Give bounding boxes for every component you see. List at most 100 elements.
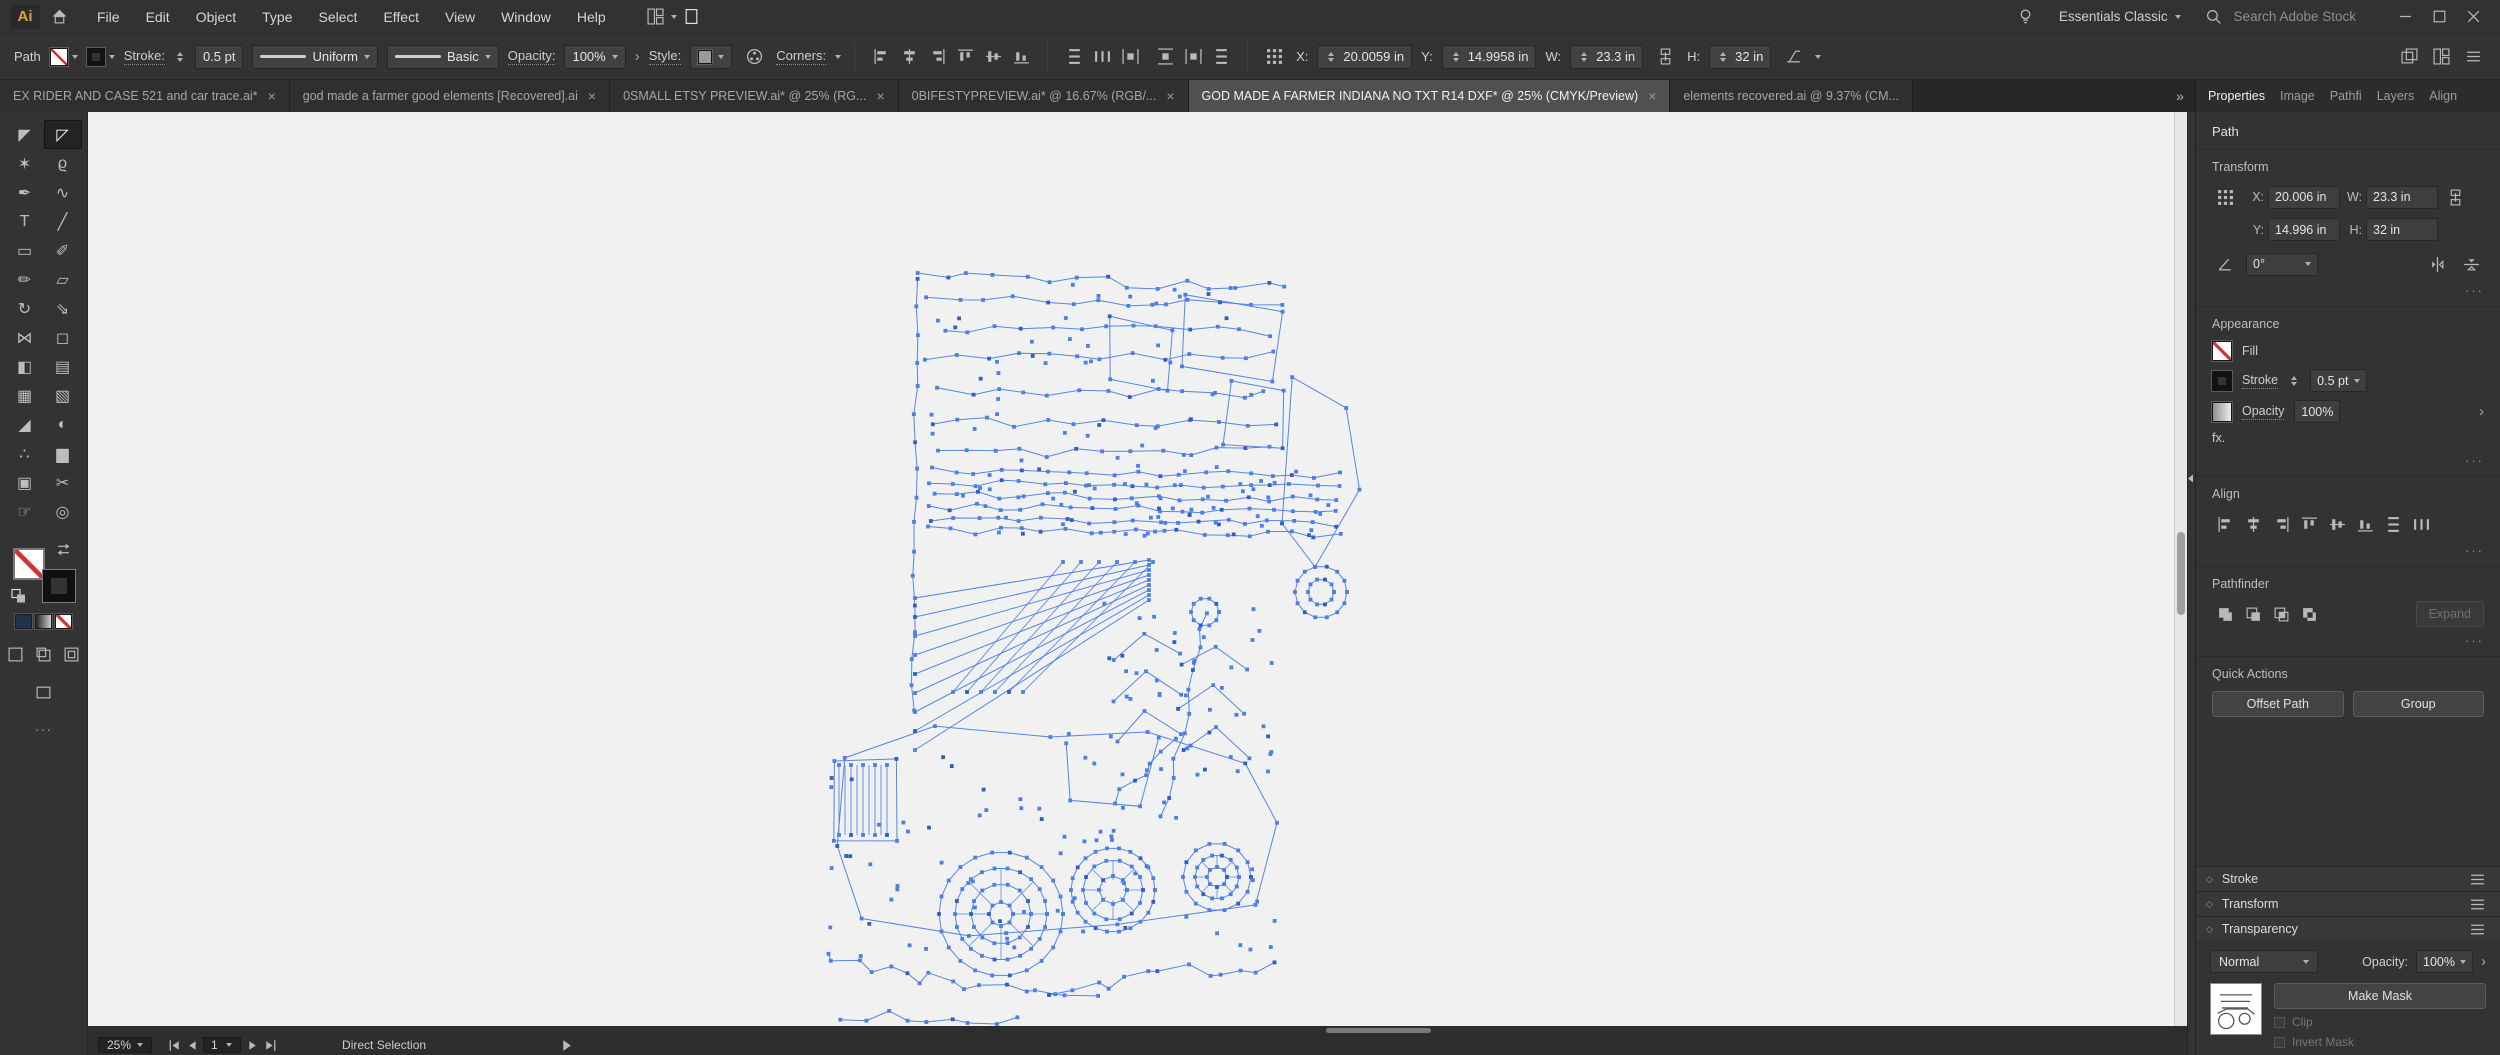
align-vmiddle-icon[interactable] — [980, 44, 1006, 70]
draw-behind-icon[interactable] — [31, 641, 57, 667]
panel-dock-spine[interactable] — [2187, 112, 2195, 1055]
next-artboard-icon[interactable] — [242, 1037, 260, 1053]
transform-w-field[interactable]: 23.3 in — [2366, 185, 2438, 209]
fill-chevron-icon[interactable] — [71, 54, 78, 59]
dist-vert-icon[interactable] — [2380, 511, 2406, 537]
intersect-icon[interactable] — [2268, 601, 2294, 627]
direct-selection-tool[interactable]: ◸ — [43, 120, 82, 149]
menu-effect[interactable]: Effect — [370, 9, 432, 25]
free-transform-tool[interactable]: ◻ — [44, 323, 82, 352]
close-tab-icon[interactable]: × — [1648, 89, 1656, 103]
align-left-icon[interactable] — [2212, 511, 2238, 537]
magic-wand-tool[interactable]: ✶ — [6, 149, 44, 178]
gradient-button[interactable] — [34, 613, 53, 630]
clip-checkbox[interactable] — [2274, 1016, 2285, 1028]
menu-file[interactable]: File — [84, 9, 133, 25]
panel-tab-align[interactable]: Align — [2429, 89, 2457, 103]
transform-more-chevron-icon[interactable] — [1815, 54, 1822, 59]
align-top-icon[interactable] — [2296, 511, 2322, 537]
document-tab-6[interactable]: elements recovered.ai @ 9.37% (CM... — [1670, 80, 1913, 112]
rotate-tool[interactable]: ↻ — [6, 294, 44, 323]
last-artboard-icon[interactable] — [261, 1037, 279, 1053]
appearance-stroke-link[interactable]: Stroke — [2242, 373, 2279, 389]
unite-icon[interactable] — [2212, 601, 2238, 627]
invert-mask-checkbox[interactable] — [2274, 1036, 2285, 1048]
curvature-tool[interactable]: ∿ — [44, 178, 82, 207]
brush-dropdown[interactable]: Basic — [386, 44, 499, 69]
fill-swatch-control[interactable] — [48, 46, 78, 67]
x-field[interactable]: 20.0059 in — [1317, 44, 1413, 69]
none-button[interactable] — [54, 613, 73, 630]
document-tab-5[interactable]: GOD MADE A FARMER INDIANA NO TXT R14 DXF… — [1188, 80, 1671, 112]
close-tab-icon[interactable]: × — [268, 89, 276, 103]
opacity-link[interactable]: Opacity: — [507, 48, 556, 65]
stroke-weight-link[interactable]: Stroke: — [123, 48, 165, 65]
panel-tab-image[interactable]: Image — [2280, 89, 2315, 103]
artwork-svg[interactable] — [813, 262, 1363, 1026]
grid-arrange-icon[interactable] — [2428, 44, 2454, 70]
arrange-documents-chevron-icon[interactable] — [670, 14, 677, 19]
appearance-more-options[interactable]: ··· — [2212, 453, 2484, 468]
zoom-tool[interactable]: ◎ — [44, 497, 82, 526]
type-tool[interactable]: T — [6, 207, 44, 236]
swap-fill-stroke-icon[interactable] — [55, 542, 73, 556]
dist-space-h-icon[interactable] — [1180, 44, 1206, 70]
transform-panel-header[interactable]: ◇ Transform — [2196, 891, 2500, 916]
gradient-tool[interactable]: ▧ — [44, 381, 82, 410]
stroke-swatch[interactable] — [41, 569, 76, 603]
align-bottom-icon[interactable] — [1008, 44, 1034, 70]
rotate-angle-dropdown[interactable]: 0° — [2246, 252, 2318, 276]
panel-collapse-icon[interactable] — [2183, 470, 2199, 486]
paintbrush-tool[interactable]: ✐ — [44, 236, 82, 265]
document-tab-1[interactable]: EX RIDER AND CASE 521 and car trace.ai* × — [0, 80, 290, 112]
first-artboard-icon[interactable] — [165, 1037, 183, 1053]
horizontal-scrollbar-thumb[interactable] — [1326, 1028, 1432, 1033]
group-button[interactable]: Group — [2352, 691, 2484, 717]
zoom-field[interactable]: 25% — [98, 1037, 153, 1053]
mesh-tool[interactable]: ▦ — [6, 381, 44, 410]
offset-path-button[interactable]: Offset Path — [2212, 691, 2344, 717]
align-right-icon[interactable] — [2268, 511, 2294, 537]
transform-more-options[interactable]: ··· — [2212, 283, 2484, 298]
align-hcenter-icon[interactable] — [896, 44, 922, 70]
align-top-icon[interactable] — [952, 44, 978, 70]
flip-horizontal-icon[interactable] — [2424, 251, 2450, 277]
draw-inside-icon[interactable] — [59, 641, 85, 667]
eraser-tool[interactable]: ▱ — [44, 265, 82, 294]
appearance-fill-swatch[interactable] — [2211, 340, 2233, 362]
selection-tool[interactable]: ◤ — [6, 120, 44, 149]
stroke-color-swatch[interactable] — [85, 46, 106, 67]
symbol-sprayer-tool[interactable]: ∴ — [6, 439, 44, 468]
menu-edit[interactable]: Edit — [133, 9, 183, 25]
menu-type[interactable]: Type — [249, 9, 305, 25]
w-field[interactable]: 23.3 in — [1570, 44, 1644, 69]
artboard-tool[interactable]: ▣ — [6, 468, 44, 497]
recolor-artwork-icon[interactable] — [741, 44, 767, 70]
stroke-weight-stepper-panel[interactable] — [2291, 375, 2298, 386]
dist-horiz-icon[interactable] — [2408, 511, 2434, 537]
menu-view[interactable]: View — [432, 9, 488, 25]
hand-tool[interactable]: ☞ — [6, 497, 44, 526]
stock-search[interactable]: Search Adobe Stock — [2201, 4, 2356, 30]
align-right-icon[interactable] — [924, 44, 950, 70]
close-tab-icon[interactable]: × — [1166, 89, 1174, 103]
y-field[interactable]: 14.9958 in — [1441, 44, 1537, 69]
arrange-documents-icon[interactable] — [643, 4, 669, 30]
fx-button[interactable]: fx. — [2212, 431, 2225, 445]
transform-h-field[interactable]: 32 in — [2366, 218, 2438, 241]
fill-swatch[interactable] — [12, 548, 45, 580]
transparency-options-chevron-icon[interactable]: › — [2481, 953, 2486, 970]
dist-vert-icon[interactable] — [1061, 44, 1087, 70]
make-mask-button[interactable]: Make Mask — [2274, 983, 2486, 1009]
draw-normal-icon[interactable] — [3, 641, 29, 667]
stroke-weight-stepper[interactable] — [176, 51, 183, 62]
transparency-panel-header[interactable]: ◇ Transparency — [2196, 916, 2500, 941]
panel-tab-pathfi[interactable]: Pathfi — [2330, 89, 2362, 103]
transform-panel-menu-icon[interactable] — [2464, 891, 2490, 917]
flip-vertical-icon[interactable] — [2458, 251, 2484, 277]
fill-none-swatch[interactable] — [48, 46, 69, 67]
rectangle-tool[interactable]: ▭ — [6, 236, 44, 265]
canvas[interactable] — [88, 112, 2187, 1026]
align-vmiddle-icon[interactable] — [2324, 511, 2350, 537]
align-left-icon[interactable] — [868, 44, 894, 70]
